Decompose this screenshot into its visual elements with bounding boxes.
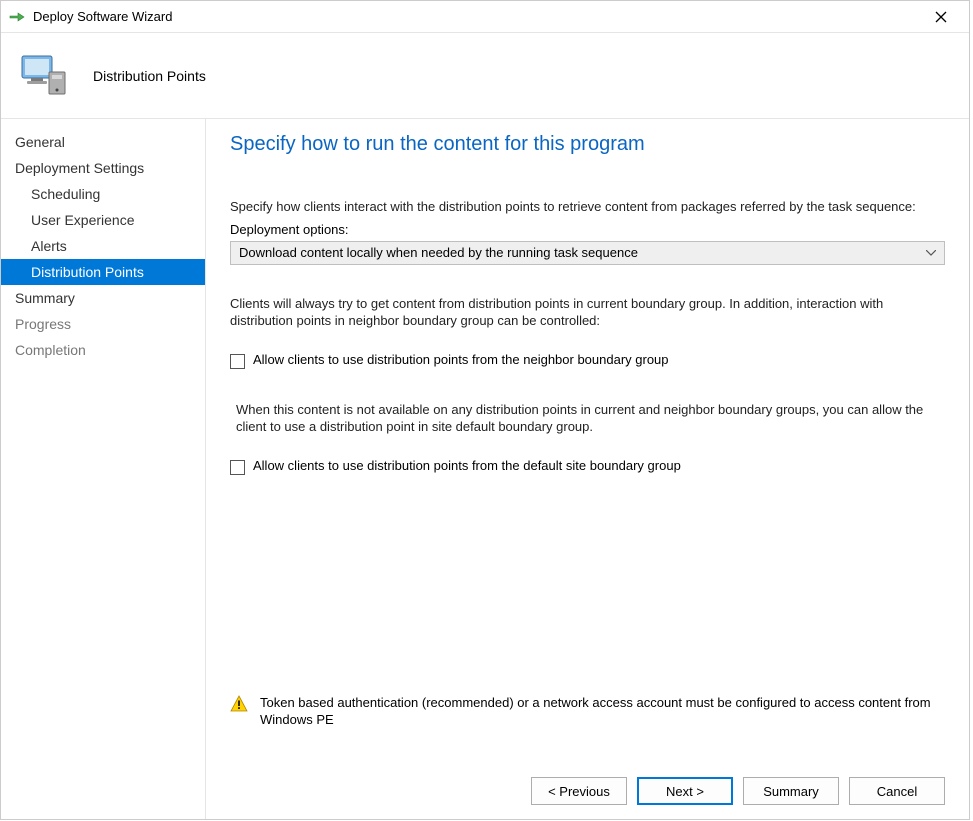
neighbor-checkbox-row: Allow clients to use distribution points… xyxy=(230,352,945,369)
neighbor-boundary-checkbox[interactable] xyxy=(230,354,245,369)
neighbor-boundary-label[interactable]: Allow clients to use distribution points… xyxy=(253,352,669,367)
default-site-boundary-checkbox[interactable] xyxy=(230,460,245,475)
sidebar-item-user-experience[interactable]: User Experience xyxy=(1,207,205,233)
sidebar-item-progress: Progress xyxy=(1,311,205,337)
computer-package-icon xyxy=(17,48,73,104)
sidebar-item-scheduling[interactable]: Scheduling xyxy=(1,181,205,207)
boundary-text: Clients will always try to get content f… xyxy=(230,295,945,330)
sidebar-item-summary[interactable]: Summary xyxy=(1,285,205,311)
wizard-body: GeneralDeployment SettingsSchedulingUser… xyxy=(1,119,969,819)
app-arrow-icon xyxy=(9,9,25,25)
wizard-sidebar: GeneralDeployment SettingsSchedulingUser… xyxy=(1,119,205,819)
next-button[interactable]: Next > xyxy=(637,777,733,805)
sidebar-item-general[interactable]: General xyxy=(1,129,205,155)
content-heading: Specify how to run the content for this … xyxy=(230,133,945,156)
deploy-options-label: Deployment options: xyxy=(230,222,945,237)
sidebar-item-distribution-points[interactable]: Distribution Points xyxy=(1,259,205,285)
deployment-option-selected: Download content locally when needed by … xyxy=(239,245,638,260)
header-strip: Distribution Points xyxy=(1,33,969,119)
default-site-boundary-label[interactable]: Allow clients to use distribution points… xyxy=(253,458,681,473)
wizard-window: Deploy Software Wizard Distribution Poin… xyxy=(0,0,970,820)
sidebar-item-alerts[interactable]: Alerts xyxy=(1,233,205,259)
sidebar-item-deployment-settings[interactable]: Deployment Settings xyxy=(1,155,205,181)
sidebar-item-completion: Completion xyxy=(1,337,205,363)
close-icon[interactable] xyxy=(921,3,961,31)
wizard-content: Specify how to run the content for this … xyxy=(205,119,969,819)
warning-row: Token based authentication (recommended)… xyxy=(230,694,945,729)
cancel-button[interactable]: Cancel xyxy=(849,777,945,805)
previous-button[interactable]: < Previous xyxy=(531,777,627,805)
warning-text: Token based authentication (recommended)… xyxy=(260,694,945,729)
page-title: Distribution Points xyxy=(93,68,206,84)
deployment-options-dropdown[interactable]: Download content locally when needed by … xyxy=(230,241,945,265)
chevron-down-icon xyxy=(926,247,936,259)
titlebar: Deploy Software Wizard xyxy=(1,1,969,33)
window-title: Deploy Software Wizard xyxy=(33,9,921,24)
summary-button[interactable]: Summary xyxy=(743,777,839,805)
intro-text: Specify how clients interact with the di… xyxy=(230,198,945,216)
warning-icon xyxy=(230,695,248,713)
default-checkbox-row: Allow clients to use distribution points… xyxy=(230,458,945,475)
content-spacer xyxy=(230,483,945,684)
button-row: < Previous Next > Summary Cancel xyxy=(230,763,945,805)
fallback-text: When this content is not available on an… xyxy=(230,401,945,436)
